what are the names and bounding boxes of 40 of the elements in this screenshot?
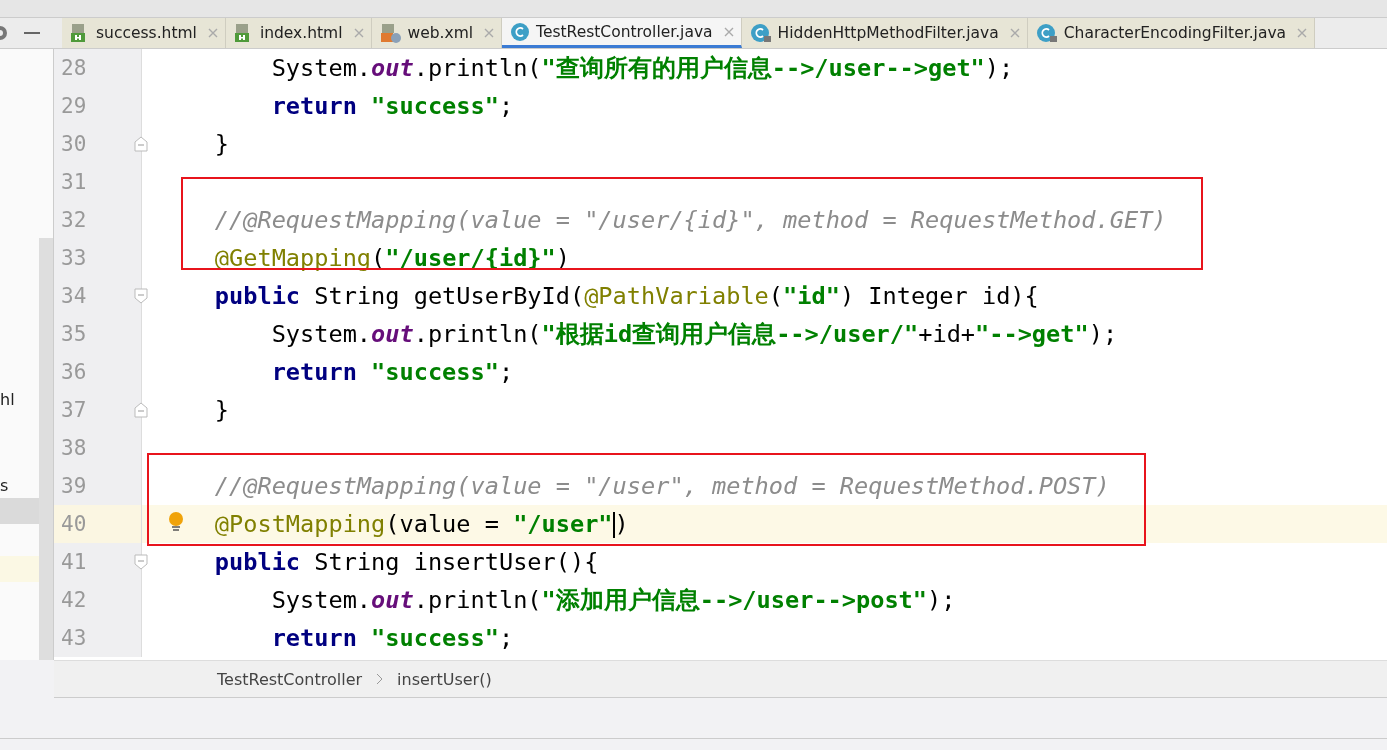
breadcrumb-item[interactable]: TestRestController — [217, 669, 363, 689]
tree-item[interactable]: s — [0, 472, 20, 498]
file-tab[interactable]: CharacterEncodingFilter.java — [1027, 18, 1316, 48]
code-line: System.out.println("根据id查询用户信息-->/user/"+id+"-->get"); — [271, 319, 1118, 350]
code-line: System.out.println("查询所有的用户信息-->/user-->get"); — [271, 53, 1014, 84]
line-number: 36 — [54, 353, 142, 391]
file-tab[interactable]: web.xml — [371, 18, 503, 48]
code-line: } — [214, 396, 230, 424]
tree-item[interactable]: hl — [0, 386, 20, 412]
line-number: 41 — [54, 543, 142, 581]
line-number: 35 — [54, 315, 142, 353]
line-number: 37 — [54, 391, 142, 429]
line-number: 34 — [54, 277, 142, 315]
line-number: 33 — [54, 239, 142, 277]
line-number: 31 — [54, 163, 142, 201]
line-number: 39 — [54, 467, 142, 505]
code-line: return "success"; — [271, 358, 514, 386]
breadcrumb-item[interactable]: insertUser() — [397, 669, 492, 689]
line-number: 40 — [54, 505, 142, 543]
code-line: } — [214, 130, 230, 158]
code-line: @GetMapping("/user/{id}") — [214, 244, 570, 272]
file-tab[interactable]: TestRestController.java — [502, 18, 742, 48]
code-line: return "success"; — [271, 92, 514, 120]
code-line: //@RequestMapping(value = "/user", method = RequestMethod.POST) — [214, 472, 1110, 500]
line-number: 29 — [54, 87, 142, 125]
code-line: System.out.println("添加用户信息-->/user-->post"); — [271, 585, 956, 616]
code-line: //@RequestMapping(value = "/user/{id}", method = RequestMethod.GET) — [214, 206, 1167, 234]
line-number: 30 — [54, 125, 142, 163]
code-line: return "success"; — [271, 624, 514, 652]
line-number: 28 — [54, 49, 142, 87]
code-line: public String getUserById(@PathVariable("id") Integer id){ — [214, 282, 1039, 310]
file-tab[interactable]: HiddenHttpMethodFilter.java — [741, 18, 1028, 48]
line-number: 42 — [54, 581, 142, 619]
line-number: 32 — [54, 201, 142, 239]
line-number: 38 — [54, 429, 142, 467]
code-line: public String insertUser(){ — [214, 548, 599, 576]
file-tab[interactable]: index.html — [225, 18, 372, 48]
code-line: @PostMapping(value = "/user") — [214, 509, 629, 539]
line-number: 43 — [54, 619, 142, 657]
file-tab[interactable]: success.html — [62, 18, 226, 48]
